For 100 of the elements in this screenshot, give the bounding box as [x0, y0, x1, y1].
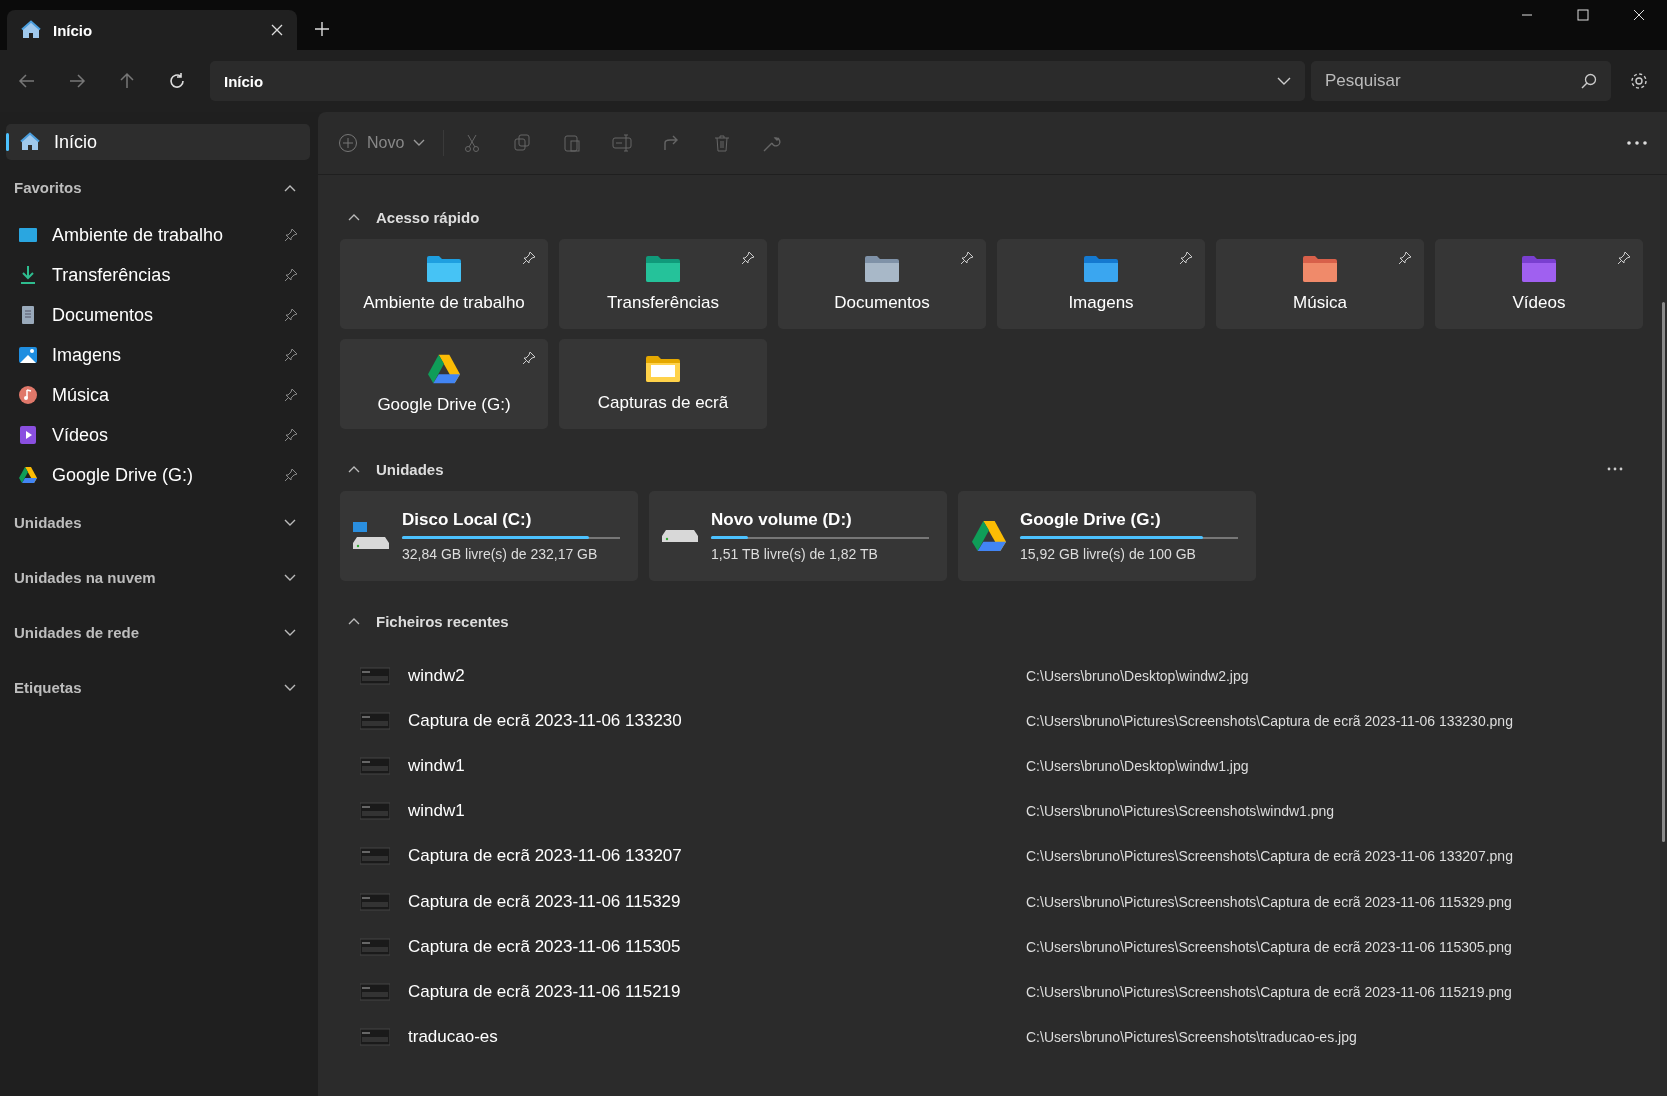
section-header[interactable]: Etiquetas — [6, 660, 310, 715]
section-header[interactable]: Ficheiros recentes — [340, 599, 509, 643]
free-space-text: 32,84 GB livre(s) de 232,17 GB — [402, 546, 599, 562]
triangle-logo-icon — [970, 519, 1008, 553]
chevron-icon — [348, 213, 360, 221]
sidebar-item[interactable]: Vídeos — [6, 415, 310, 455]
sidebar-item[interactable]: Google Drive (G:) — [6, 455, 310, 495]
file-path: C:\Users\bruno\Desktop\windw1.jpg — [1026, 757, 1249, 774]
section-header[interactable]: Favoritos — [6, 160, 310, 215]
folder-icon — [426, 255, 462, 283]
file-path: C:\Users\bruno\Pictures\Screenshots\Captura de ecrã 2023-11-06 133207.png — [1026, 848, 1513, 865]
folder-card[interactable]: Documentos — [778, 239, 986, 329]
search-icon — [1581, 73, 1597, 89]
close-icon[interactable] — [271, 24, 283, 36]
settings-icon[interactable] — [1629, 71, 1649, 91]
sidebar-item[interactable]: Música — [6, 375, 310, 415]
free-space-text: 1,51 TB livre(s) de 1,82 TB — [711, 546, 879, 562]
file-name[interactable]: Captura de ecrã 2023-11-06 133230 — [408, 710, 1026, 731]
folder-icon — [645, 255, 681, 283]
pin-icon[interactable] — [1398, 251, 1412, 265]
pin-icon[interactable] — [741, 251, 755, 265]
pin-icon[interactable] — [522, 351, 536, 365]
file-name[interactable]: windw1 — [408, 755, 1026, 776]
thumbnail-icon — [360, 891, 390, 912]
maximize-icon[interactable] — [1577, 9, 1589, 21]
pin-icon[interactable] — [522, 251, 536, 265]
folder-card[interactable]: Ambiente de trabalho — [340, 239, 548, 329]
pin-icon[interactable] — [284, 428, 298, 442]
drive-card[interactable]: Google Drive (G:) 15,92 GB livre(s) de 100 GB — [958, 491, 1256, 581]
thumbnail-icon — [360, 1027, 390, 1048]
scrollbar[interactable] — [1662, 302, 1665, 842]
pin-icon[interactable] — [1617, 251, 1631, 265]
plus-icon — [338, 133, 358, 153]
sidebar-item[interactable]: Início — [6, 124, 310, 160]
home-icon — [20, 132, 40, 152]
free-space-text: 15,92 GB livre(s) de 100 GB — [1020, 546, 1197, 562]
music-icon — [18, 385, 38, 405]
drive-name: Disco Local (C:) — [402, 510, 533, 530]
file-path: C:\Users\bruno\Pictures\Screenshots\Captura de ecrã 2023-11-06 133230.png — [1026, 712, 1513, 729]
sidebar-item[interactable]: Ambiente de trabalho — [6, 215, 310, 255]
pin-icon[interactable] — [284, 228, 298, 242]
chevron-down-icon[interactable] — [1277, 77, 1291, 85]
chevron-icon — [348, 465, 360, 473]
up-icon[interactable] — [118, 72, 136, 90]
pin-icon[interactable] — [1179, 251, 1193, 265]
home-icon — [21, 20, 41, 40]
back-icon[interactable] — [18, 72, 36, 90]
folder-card[interactable]: Vídeos — [1435, 239, 1643, 329]
forward-icon[interactable] — [68, 72, 86, 90]
section-header[interactable]: Unidades de rede — [6, 605, 310, 660]
tab-label: Início — [53, 21, 94, 39]
folder-card[interactable]: Capturas de ecrã — [559, 339, 767, 429]
video-icon — [18, 425, 38, 445]
pin-icon[interactable] — [284, 468, 298, 482]
drive-card[interactable]: Disco Local (C:) 32,84 GB livre(s) de 232,17 GB — [340, 491, 638, 581]
file-name[interactable]: Captura de ecrã 2023-11-06 115219 — [408, 981, 1026, 1002]
close-icon[interactable] — [1633, 9, 1645, 21]
file-name[interactable]: windw2 — [408, 665, 1026, 686]
pin-icon[interactable] — [284, 268, 298, 282]
file-name[interactable]: windw1 — [408, 801, 1026, 822]
drive-name: Google Drive (G:) — [1020, 510, 1162, 530]
section-header[interactable]: Acesso rápido — [340, 195, 480, 239]
folder-icon — [1083, 255, 1119, 283]
drive-name: Novo volume (D:) — [711, 510, 853, 530]
file-path: C:\Users\bruno\Pictures\Screenshots\Captura de ecrã 2023-11-06 115329.png — [1026, 893, 1512, 910]
folder-card[interactable]: Imagens — [997, 239, 1205, 329]
file-name[interactable]: Captura de ecrã 2023-11-06 133207 — [408, 846, 1026, 867]
file-name[interactable]: traducao-es — [408, 1027, 1026, 1048]
file-name[interactable]: Captura de ecrã 2023-11-06 115305 — [408, 936, 1026, 957]
thumbnail-icon — [360, 755, 390, 776]
pin-icon[interactable] — [284, 348, 298, 362]
pin-icon[interactable] — [284, 308, 298, 322]
sidebar-item[interactable]: Transferências — [6, 255, 310, 295]
search-field[interactable]: Pesquisar — [1311, 61, 1611, 101]
drive-card[interactable]: Novo volume (D:) 1,51 TB livre(s) de 1,82 TB — [649, 491, 947, 581]
more-icon[interactable] — [1627, 141, 1647, 145]
file-path: C:\Users\bruno\Pictures\Screenshots\traducao-es.jpg — [1026, 1029, 1357, 1046]
section-header[interactable]: Unidades — [6, 495, 310, 550]
new-button[interactable]: Novo — [338, 133, 426, 153]
more-icon[interactable] — [1607, 467, 1623, 471]
folder-card[interactable]: Transferências — [559, 239, 767, 329]
sidebar-item[interactable]: Imagens — [6, 335, 310, 375]
address-bar[interactable]: Início — [210, 61, 1305, 101]
file-path: C:\Users\bruno\Pictures\Screenshots\Captura de ecrã 2023-11-06 115219.png — [1026, 983, 1512, 1000]
triangle-logo-icon — [426, 353, 462, 385]
section-header[interactable]: Unidades na nuvem — [6, 550, 310, 605]
chevron-icon — [284, 518, 296, 527]
sidebar-item[interactable]: Documentos — [6, 295, 310, 335]
file-path: C:\Users\bruno\Pictures\Screenshots\windw1.png — [1026, 803, 1335, 820]
pin-icon[interactable] — [284, 388, 298, 402]
folder-card[interactable]: Google Drive (G:) — [340, 339, 548, 429]
tab[interactable]: Início — [7, 10, 297, 50]
chevron-icon — [284, 573, 296, 582]
new-tab-icon[interactable] — [315, 22, 329, 36]
refresh-icon[interactable] — [168, 72, 186, 90]
thumbnail-icon — [360, 846, 390, 867]
folder-card[interactable]: Música — [1216, 239, 1424, 329]
file-name[interactable]: Captura de ecrã 2023-11-06 115329 — [408, 891, 1026, 912]
pin-icon[interactable] — [960, 251, 974, 265]
section-header[interactable]: Unidades — [348, 460, 444, 478]
